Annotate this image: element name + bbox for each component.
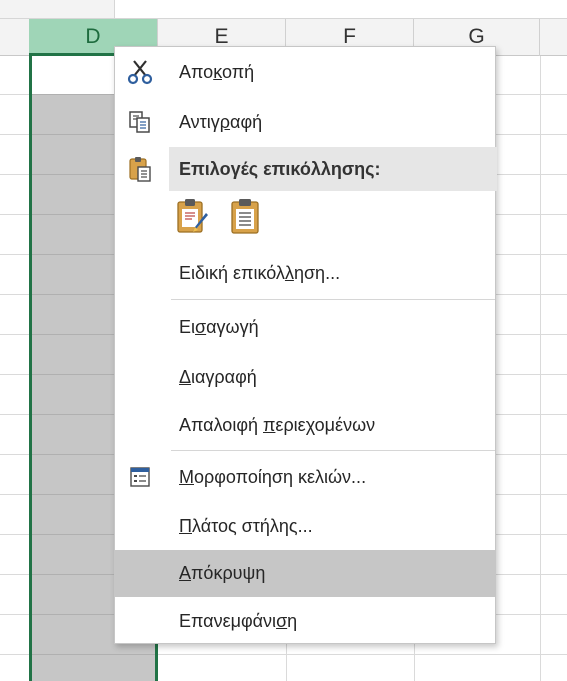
menu-item-label: Αντιγραφή	[179, 111, 263, 132]
paste-formatting-button[interactable]	[173, 196, 213, 240]
menu-separator	[171, 299, 495, 300]
format-cells-icon	[115, 454, 165, 500]
menu-item-clear-contents[interactable]: Απαλοιφή περιεχομένων	[115, 402, 495, 448]
grid-line	[540, 56, 541, 681]
paste-values-icon	[230, 197, 260, 240]
name-box-edge	[0, 0, 115, 18]
paste-options-header: Επιλογές επικόλλησης:	[115, 147, 497, 191]
paste-values-button[interactable]	[225, 196, 265, 240]
context-menu: Αποκοπή Αντιγραφή Επιλογές επικόλλησης: …	[114, 46, 497, 644]
menu-item-label: Διαγραφή	[179, 366, 257, 387]
menu-item-unhide[interactable]: Επανεμφάνιση	[115, 598, 495, 644]
menu-item-column-width[interactable]: Πλάτος στήλης...	[115, 503, 495, 549]
menu-item-copy[interactable]: Αντιγραφή	[115, 99, 495, 145]
grid-line	[32, 654, 155, 655]
paste-options-label: Επιλογές επικόλλησης:	[179, 158, 381, 179]
menu-item-label: Απαλοιφή περιεχομένων	[179, 414, 376, 435]
menu-item-cut[interactable]: Αποκοπή	[115, 49, 495, 95]
menu-item-label: Ειδική επικόλληση...	[179, 262, 341, 283]
menu-item-label: Επανεμφάνιση	[179, 610, 298, 631]
formula-bar-area	[0, 0, 567, 18]
menu-item-insert[interactable]: Εισαγωγή	[115, 304, 495, 350]
menu-item-paste-special[interactable]: Ειδική επικόλληση...	[115, 250, 495, 296]
menu-item-label: Απόκρυψη	[179, 563, 266, 583]
menu-item-label: Μορφοποίηση κελιών...	[179, 466, 367, 487]
menu-item-delete[interactable]: Διαγραφή	[115, 354, 495, 400]
paste-options-row	[173, 196, 265, 244]
menu-item-label: Αποκοπή	[179, 61, 255, 82]
copy-icon	[115, 99, 165, 145]
menu-item-label: Πλάτος στήλης...	[179, 515, 313, 536]
menu-separator	[171, 450, 495, 451]
paste-formatting-icon	[176, 197, 210, 240]
scissors-icon	[115, 49, 165, 95]
menu-item-label: Εισαγωγή	[179, 316, 259, 337]
menu-item-format-cells[interactable]: Μορφοποίηση κελιών...	[115, 454, 495, 500]
menu-item-hide[interactable]: Απόκρυψη	[115, 550, 495, 597]
